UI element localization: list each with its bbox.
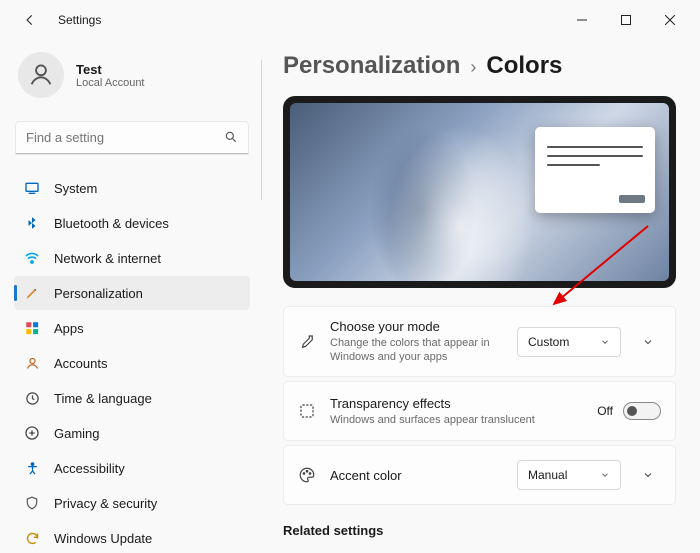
system-icon (24, 180, 40, 196)
sidebar-item-label: Privacy & security (54, 496, 157, 511)
apps-icon (24, 320, 40, 336)
chevron-down-icon (600, 470, 610, 480)
expand-row-button[interactable] (635, 469, 661, 481)
close-button[interactable] (648, 5, 692, 35)
sidebar-item-accounts[interactable]: Accounts (14, 346, 250, 380)
maximize-button[interactable] (604, 5, 648, 35)
theme-preview (283, 96, 676, 288)
setting-row-mode[interactable]: Choose your mode Change the colors that … (283, 306, 676, 378)
setting-row-transparency[interactable]: Transparency effects Windows and surface… (283, 381, 676, 441)
profile-block[interactable]: Test Local Account (14, 46, 250, 116)
sidebar-item-label: Windows Update (54, 531, 152, 546)
accent-dropdown[interactable]: Manual (517, 460, 621, 490)
transparency-toggle[interactable] (623, 402, 661, 420)
dropdown-value: Manual (528, 468, 567, 482)
sidebar-item-label: System (54, 181, 97, 196)
titlebar: Settings (0, 0, 700, 40)
toggle-state-label: Off (597, 404, 613, 418)
paint-icon (24, 285, 40, 301)
brush-icon (298, 333, 316, 351)
setting-sub: Windows and surfaces appear translucent (330, 413, 583, 427)
gaming-icon (24, 425, 40, 441)
dropdown-value: Custom (528, 335, 569, 349)
bluetooth-icon (24, 215, 40, 231)
mode-dropdown[interactable]: Custom (517, 327, 621, 357)
setting-row-accent[interactable]: Accent color Manual (283, 445, 676, 505)
sidebar-item-label: Gaming (54, 426, 100, 441)
expand-row-button[interactable] (635, 336, 661, 348)
avatar (18, 52, 64, 98)
profile-name: Test (76, 62, 145, 77)
search-box[interactable] (16, 122, 248, 154)
preview-window-card (535, 127, 655, 213)
nav-list: System Bluetooth & devices Network & int… (14, 170, 250, 553)
sidebar-item-system[interactable]: System (14, 171, 250, 205)
related-settings-heading: Related settings (283, 523, 676, 538)
search-icon (224, 130, 238, 144)
setting-title: Choose your mode (330, 319, 503, 334)
shield-icon (24, 495, 40, 511)
sidebar-item-label: Apps (54, 321, 84, 336)
breadcrumb-current: Colors (486, 52, 562, 80)
transparency-icon (298, 402, 316, 420)
sidebar-item-gaming[interactable]: Gaming (14, 416, 250, 450)
setting-sub: Change the colors that appear in Windows… (330, 336, 503, 365)
breadcrumb: Personalization › Colors (283, 52, 676, 80)
sidebar-item-label: Time & language (54, 391, 152, 406)
window-title: Settings (58, 13, 101, 27)
wifi-icon (24, 250, 40, 266)
sidebar-item-privacy[interactable]: Privacy & security (14, 486, 250, 520)
back-button[interactable] (14, 4, 46, 36)
profile-sub: Local Account (76, 77, 145, 89)
sidebar-item-label: Network & internet (54, 251, 161, 266)
chevron-down-icon (600, 337, 610, 347)
content-area: Personalization › Colors Choose your mod… (260, 40, 700, 553)
breadcrumb-sep: › (470, 57, 476, 78)
sidebar-item-label: Accounts (54, 356, 107, 371)
sidebar-item-label: Personalization (54, 286, 143, 301)
sidebar-item-accessibility[interactable]: Accessibility (14, 451, 250, 485)
sidebar-item-label: Bluetooth & devices (54, 216, 169, 231)
accessibility-icon (24, 460, 40, 476)
search-input[interactable] (16, 122, 248, 154)
sidebar: Test Local Account System Bluetooth & de… (0, 40, 260, 553)
update-icon (24, 530, 40, 546)
clock-icon (24, 390, 40, 406)
setting-title: Transparency effects (330, 396, 583, 411)
sidebar-item-personalization[interactable]: Personalization (14, 276, 250, 310)
sidebar-item-network[interactable]: Network & internet (14, 241, 250, 275)
sidebar-item-time[interactable]: Time & language (14, 381, 250, 415)
setting-title: Accent color (330, 468, 503, 483)
minimize-button[interactable] (560, 5, 604, 35)
sidebar-item-apps[interactable]: Apps (14, 311, 250, 345)
sidebar-item-bluetooth[interactable]: Bluetooth & devices (14, 206, 250, 240)
sidebar-item-update[interactable]: Windows Update (14, 521, 250, 553)
accounts-icon (24, 355, 40, 371)
breadcrumb-parent[interactable]: Personalization (283, 52, 460, 80)
palette-icon (298, 466, 316, 484)
sidebar-item-label: Accessibility (54, 461, 125, 476)
